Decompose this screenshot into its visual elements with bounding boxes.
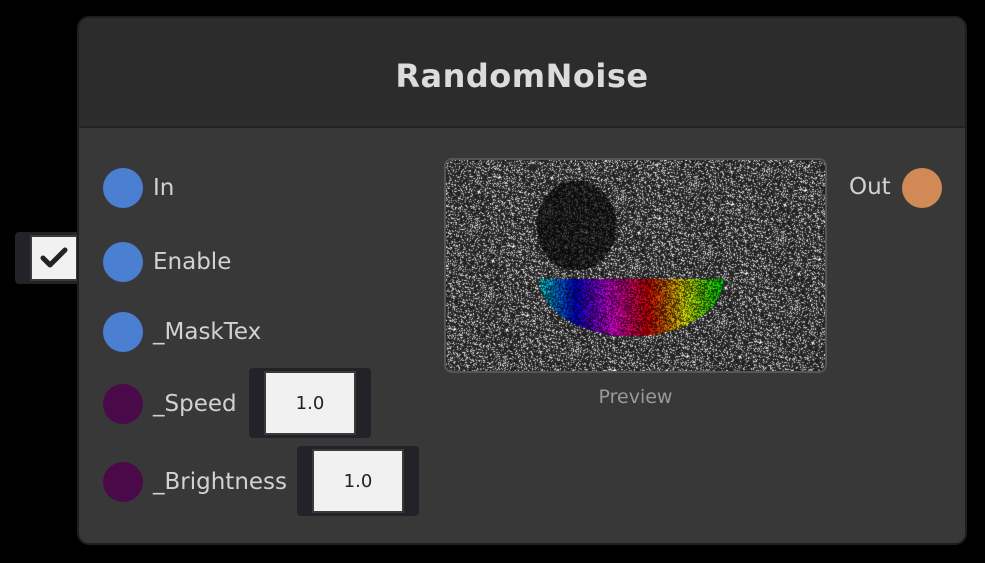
speed-value-input[interactable]: 1.0 — [264, 371, 356, 435]
port-in-label: In — [153, 175, 175, 201]
port-enable[interactable]: Enable — [103, 242, 231, 282]
speed-field-frame: 1.0 — [249, 368, 371, 438]
port-brightness[interactable]: _Brightness — [103, 462, 287, 502]
preview-image — [444, 158, 827, 373]
port-masktex-label: _MaskTex — [153, 319, 262, 345]
port-masktex[interactable]: _MaskTex — [103, 312, 261, 352]
checkmark-icon — [40, 247, 68, 268]
port-masktex-dot[interactable] — [103, 312, 143, 352]
port-out-label: Out — [849, 174, 891, 200]
port-speed-dot[interactable] — [103, 384, 143, 424]
preview-label: Preview — [598, 386, 673, 408]
port-brightness-label: _Brightness — [153, 469, 288, 495]
brightness-value-input[interactable]: 1.0 — [312, 449, 404, 513]
node-title: RandomNoise — [395, 57, 649, 95]
port-enable-label: Enable — [153, 249, 232, 275]
enable-checkbox[interactable] — [30, 235, 78, 281]
port-brightness-dot[interactable] — [103, 462, 143, 502]
port-enable-dot[interactable] — [103, 242, 143, 282]
port-in-dot[interactable] — [103, 168, 143, 208]
port-out-dot[interactable] — [902, 168, 942, 208]
port-in[interactable]: In — [103, 168, 174, 208]
noise-preview-canvas — [446, 160, 825, 371]
node-header[interactable]: RandomNoise — [79, 18, 965, 128]
port-speed-label: _Speed — [153, 391, 237, 417]
brightness-field-frame: 1.0 — [297, 446, 419, 516]
port-speed[interactable]: _Speed — [103, 384, 237, 424]
